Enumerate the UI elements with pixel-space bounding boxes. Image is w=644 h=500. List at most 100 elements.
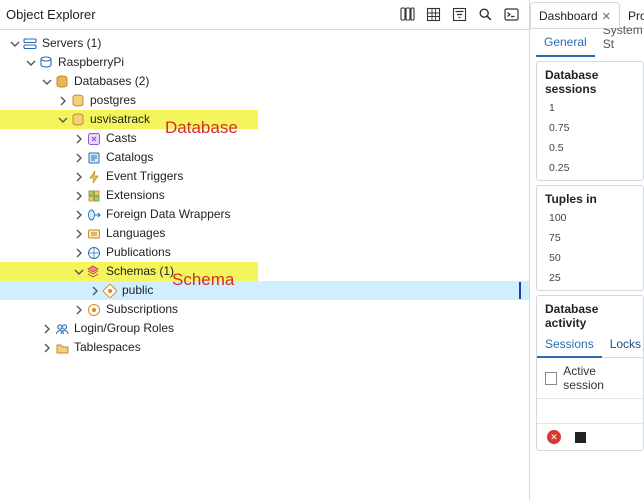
tree-item[interactable]: Subscriptions (0, 300, 529, 319)
tree-item[interactable]: Extensions (0, 186, 529, 205)
tick: 75 (549, 232, 639, 244)
tree-item[interactable]: RaspberryPi (0, 53, 529, 72)
terminal-icon[interactable] (499, 4, 523, 26)
checkbox-icon[interactable] (545, 372, 557, 385)
tree-item[interactable]: public (0, 281, 529, 300)
tablespace-icon (54, 340, 70, 356)
tree-item-label: Event Triggers (106, 167, 183, 186)
database-activity-card: Database activity Sessions Locks Active … (536, 295, 644, 451)
tree-item[interactable]: Servers (1) (0, 34, 529, 53)
tree-item[interactable]: Event Triggers (0, 167, 529, 186)
activity-actions: ✕ (537, 424, 643, 450)
chevron-right-icon[interactable] (72, 170, 86, 184)
pub-icon (86, 245, 102, 261)
fdw-icon (86, 207, 102, 223)
activity-tab-sessions[interactable]: Sessions (537, 332, 602, 358)
chevron-right-icon[interactable] (56, 94, 70, 108)
tree-item-label: Databases (2) (74, 72, 149, 91)
db-group-icon (54, 74, 70, 90)
chart-tuples-in: Tuples in 100 75 50 25 (536, 185, 644, 291)
chart-database-sessions: Database sessions 1 0.75 0.5 0.25 (536, 61, 644, 181)
chevron-right-icon[interactable] (40, 341, 54, 355)
search-icon[interactable] (473, 4, 497, 26)
chevron-down-icon[interactable] (56, 113, 70, 127)
chevron-right-icon[interactable] (72, 189, 86, 203)
chevron-right-icon[interactable] (72, 227, 86, 241)
tree-item-label: Catalogs (106, 148, 153, 167)
tree-item[interactable]: Login/Group Roles (0, 319, 529, 338)
chevron-right-icon[interactable] (72, 132, 86, 146)
tree-item-label: Extensions (106, 186, 165, 205)
activity-tab-locks[interactable]: Locks (602, 332, 644, 357)
tree-item[interactable]: Catalogs (0, 148, 529, 167)
chart-title: Database sessions (545, 68, 639, 96)
lang-icon (86, 226, 102, 242)
tree-item-label: Subscriptions (106, 300, 178, 319)
server-pg-icon (38, 55, 54, 71)
tree-item-label: postgres (90, 91, 136, 110)
object-explorer-header: Object Explorer (0, 0, 529, 30)
db-icon (70, 112, 86, 128)
database-columns-icon[interactable] (395, 4, 419, 26)
chart-y-axis: 100 75 50 25 (545, 212, 639, 284)
subtab-general[interactable]: General (536, 29, 595, 57)
object-explorer-tree[interactable]: Database Schema Servers (1)RaspberryPiDa… (0, 30, 529, 500)
tree-item-label: RaspberryPi (58, 53, 124, 72)
chevron-down-icon[interactable] (72, 265, 86, 279)
tab-dashboard[interactable]: Dashboard ✕ (530, 2, 620, 29)
cancel-query-icon[interactable]: ✕ (547, 430, 561, 444)
tree-item[interactable]: postgres (0, 91, 529, 110)
object-explorer-toolbar (395, 4, 523, 26)
chevron-down-icon[interactable] (24, 56, 38, 70)
chart-y-axis: 1 0.75 0.5 0.25 (545, 102, 639, 174)
tree-item[interactable]: Databases (2) (0, 72, 529, 91)
chevron-right-icon[interactable] (88, 284, 102, 298)
tree-item[interactable]: Schemas (1) (0, 262, 258, 281)
chevron-right-icon[interactable] (72, 246, 86, 260)
tree-item[interactable]: Foreign Data Wrappers (0, 205, 529, 224)
tab-label: Dashboard (539, 9, 598, 23)
tree-item-label: Tablespaces (74, 338, 141, 357)
trigger-icon (86, 169, 102, 185)
chevron-right-icon[interactable] (72, 303, 86, 317)
schema-icon (102, 283, 118, 299)
tree-item-label: Login/Group Roles (74, 319, 174, 338)
grid-icon[interactable] (421, 4, 445, 26)
chevron-right-icon[interactable] (40, 322, 54, 336)
chevron-down-icon[interactable] (40, 75, 54, 89)
db-icon (70, 93, 86, 109)
tree-item[interactable]: Casts (0, 129, 529, 148)
tick: 0.75 (549, 122, 639, 134)
tick: 50 (549, 252, 639, 264)
tick: 25 (549, 272, 639, 284)
object-explorer-panel: Object Explorer Database Schema Servers … (0, 0, 530, 500)
card-title: Database activity (537, 296, 643, 332)
object-explorer-title: Object Explorer (6, 7, 96, 22)
activity-grid-header (537, 398, 643, 424)
tick: 0.25 (549, 162, 639, 174)
tree-item-label: Casts (106, 129, 137, 148)
tick: 1 (549, 102, 639, 114)
chevron-right-icon[interactable] (72, 208, 86, 222)
active-sessions-filter[interactable]: Active session (537, 358, 643, 398)
terminate-session-icon[interactable] (575, 432, 586, 443)
schemas-icon (86, 264, 102, 280)
close-icon[interactable]: ✕ (602, 10, 611, 23)
servers-icon (22, 36, 38, 52)
filter-icon[interactable] (447, 4, 471, 26)
casts-icon (86, 131, 102, 147)
chevron-right-icon[interactable] (72, 151, 86, 165)
tree-item[interactable]: Publications (0, 243, 529, 262)
dashboard-body: Database sessions 1 0.75 0.5 0.25 Tuples… (530, 57, 644, 500)
roles-icon (54, 321, 70, 337)
dashboard-sub-tabs: General System St (530, 29, 644, 57)
chevron-down-icon[interactable] (8, 37, 22, 51)
activity-tabs: Sessions Locks (537, 332, 643, 358)
chart-title: Tuples in (545, 192, 639, 206)
tree-item-label: Languages (106, 224, 165, 243)
tree-item[interactable]: Tablespaces (0, 338, 529, 357)
tree-item[interactable]: usvisatrack (0, 110, 258, 129)
tree-item[interactable]: Languages (0, 224, 529, 243)
checkbox-label: Active session (563, 364, 635, 392)
catalog-icon (86, 150, 102, 166)
